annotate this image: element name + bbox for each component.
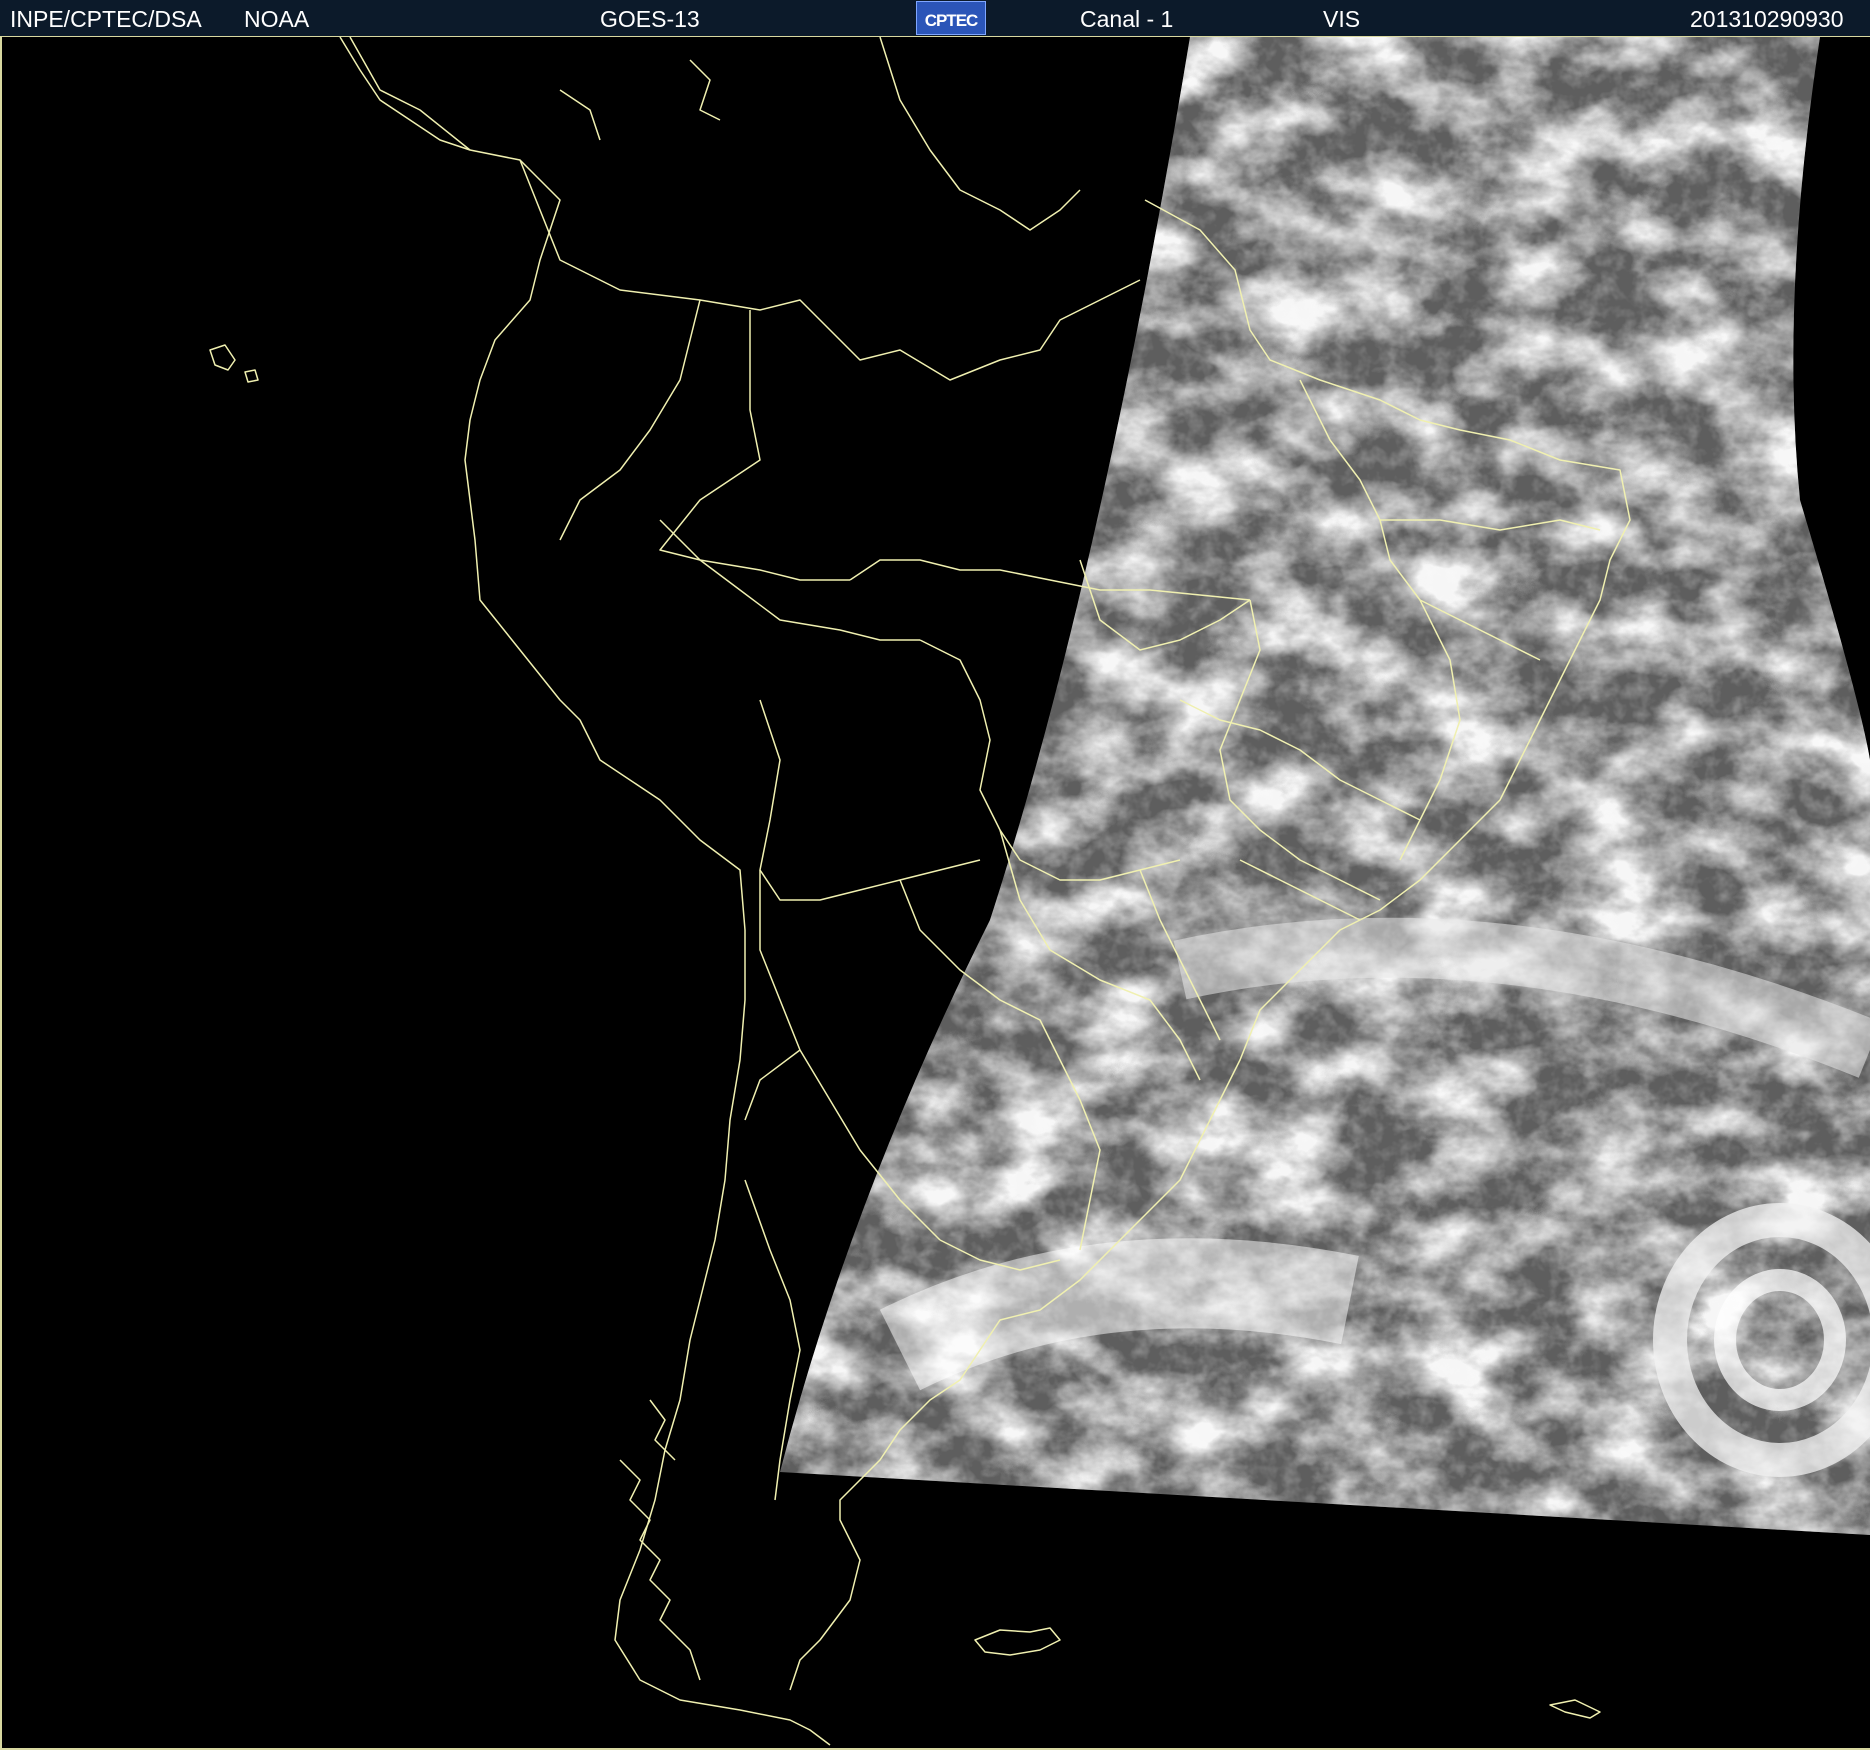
galapagos-islands xyxy=(209,344,259,383)
falkland-islands xyxy=(974,1627,1061,1656)
satellite-label: GOES-13 xyxy=(600,6,700,32)
satellite-map xyxy=(209,37,1870,1746)
frame-left-border xyxy=(0,36,2,1750)
org-label: INPE/CPTEC/DSA xyxy=(10,6,202,32)
channel-label: Canal - 1 xyxy=(1080,6,1174,32)
south-georgia xyxy=(1549,1699,1601,1719)
timestamp-label: 201310290930 xyxy=(1690,6,1844,32)
cptec-logo: CPTEC xyxy=(916,1,986,35)
band-label: VIS xyxy=(1323,6,1361,32)
header-bar: INPE/CPTEC/DSA NOAA GOES-13 CPTEC Canal … xyxy=(0,0,1870,37)
agency-label: NOAA xyxy=(244,6,310,32)
cptec-logo-text: CPTEC xyxy=(924,11,979,30)
pacific-coastline xyxy=(349,37,831,1746)
visible-swath xyxy=(780,37,1870,1535)
